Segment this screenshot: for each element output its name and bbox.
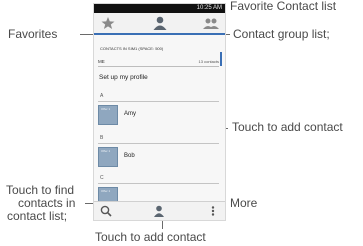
group-icon (203, 18, 219, 29)
section-header: CONTACTS IN SIM1 (SPACE: 500) (100, 46, 164, 51)
contact-name: Bob (124, 153, 135, 159)
search-button[interactable] (98, 203, 114, 219)
touch-to-add-contact-right-callout: Touch to add contact (232, 120, 343, 134)
contact-photo: Offer 1 (98, 105, 118, 125)
letter-header-c: C (100, 175, 104, 181)
contact-photo: Offer 1 (98, 147, 118, 167)
contacts-tab[interactable] (150, 13, 170, 33)
touch-to-add-contact-bottom-callout: Touch to add contact (95, 230, 206, 244)
more-callout: More (230, 196, 258, 210)
status-time: 10:25 AM (196, 5, 222, 11)
add-person-icon (154, 205, 164, 217)
more-button[interactable] (205, 203, 221, 219)
contact-row-bob[interactable]: Offer 1 Bob (98, 146, 219, 168)
status-bar: 10:25 AM (94, 4, 225, 13)
person-icon (153, 16, 167, 30)
divider (98, 183, 219, 184)
set-up-profile[interactable]: Set up my profile (99, 74, 148, 81)
favorite-contact-list-callout: Favorite Contact list (230, 0, 337, 13)
contact-group-list-callout: Contact group list; (233, 27, 330, 41)
me-label: ME (98, 59, 105, 64)
favorites-tab[interactable] (98, 13, 118, 33)
add-contact-button[interactable] (151, 203, 167, 219)
scrollbar[interactable] (220, 52, 222, 66)
letter-header-a: A (100, 93, 104, 99)
more-vertical-icon (211, 206, 215, 216)
favorites-callout: Favorites (8, 27, 58, 41)
search-icon (100, 205, 112, 217)
groups-tab[interactable] (201, 13, 221, 33)
divider (98, 101, 219, 102)
letter-header-b: B (100, 135, 104, 141)
contact-name: Amy (124, 111, 136, 117)
contact-row-amy[interactable]: Offer 1 Amy (98, 104, 219, 126)
tab-bar (94, 13, 225, 35)
touch-to-find-callout-line3: contact list; (7, 209, 68, 223)
contact-photo-label: Offer 1 (101, 189, 111, 193)
contact-photo-label: Offer 1 (101, 107, 111, 111)
me-row[interactable]: ME 13 contacts (98, 57, 219, 67)
me-count: 13 contacts (198, 59, 219, 64)
phone-screen: 10:25 AM CONTACTS IN SIM1 (SPACE: 500) M… (93, 3, 226, 221)
contact-photo-label: Offer 1 (101, 149, 111, 153)
divider (98, 143, 219, 144)
star-icon (101, 17, 115, 29)
bottom-action-bar (94, 201, 225, 220)
